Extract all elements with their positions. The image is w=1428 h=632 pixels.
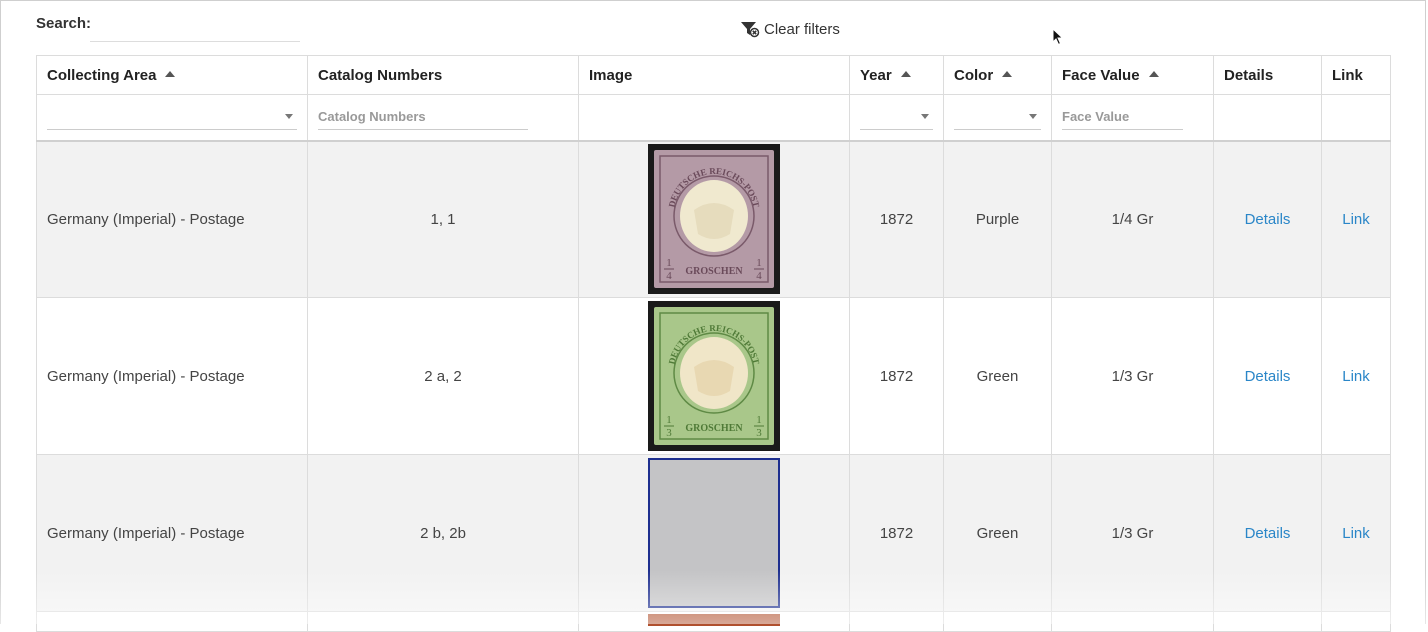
column-header-year[interactable]: Year bbox=[849, 55, 944, 95]
catalog-numbers-cell: 2 b, 2b bbox=[307, 454, 579, 612]
chevron-down-icon bbox=[1029, 113, 1037, 119]
stamp-fraction-num: 1 bbox=[666, 257, 672, 269]
stamp-image[interactable]: DEUTSCHE REICHS-POST GROSCHEN 1 4 1 4 bbox=[648, 144, 780, 295]
collecting-area-filter-select[interactable] bbox=[47, 105, 297, 130]
column-header-link: Link bbox=[1321, 55, 1391, 95]
sort-asc-icon bbox=[165, 70, 176, 77]
column-header-details: Details bbox=[1213, 55, 1322, 95]
chevron-down-icon bbox=[285, 113, 293, 119]
search-input[interactable] bbox=[90, 13, 300, 42]
link-cell: Link bbox=[1321, 297, 1391, 455]
year-filter-select[interactable] bbox=[860, 105, 933, 130]
stamp-image[interactable]: DEUTSCHE REICHS-POST GROSCHEN 1 3 1 3 bbox=[648, 301, 780, 451]
details-link[interactable]: Details bbox=[1245, 211, 1291, 228]
color-cell: Green bbox=[943, 454, 1052, 612]
table-row: Germany (Imperial) - Postage 2 b, 2b 187… bbox=[36, 454, 1391, 612]
catalog-numbers-cell: 2 a, 2 bbox=[307, 297, 579, 455]
stamp-bottom-text: GROSCHEN bbox=[685, 266, 743, 277]
details-link[interactable]: Details bbox=[1245, 368, 1291, 385]
details-cell: Details bbox=[1213, 454, 1322, 612]
mouse-cursor-icon bbox=[1052, 27, 1064, 51]
collecting-area-cell: Germany (Imperial) - Postage bbox=[36, 140, 308, 298]
stamp-fraction-num: 1 bbox=[666, 414, 672, 426]
image-placeholder[interactable] bbox=[648, 458, 780, 608]
details-link[interactable]: Details bbox=[1245, 525, 1291, 542]
image-cell: DEUTSCHE REICHS-POST GROSCHEN 1 3 1 3 bbox=[578, 297, 850, 455]
stamp-image-partial[interactable] bbox=[648, 614, 780, 626]
table-row: Germany (Imperial) - Postage 2 a, 2 DEUT… bbox=[36, 297, 1391, 455]
details-cell: Details bbox=[1213, 140, 1322, 298]
stamp-fraction-den: 4 bbox=[666, 270, 672, 282]
stamp-fraction-num: 1 bbox=[756, 257, 762, 269]
image-cell bbox=[578, 611, 850, 632]
year-cell: 1872 bbox=[849, 297, 944, 455]
clear-filters-button[interactable]: Clear filters bbox=[740, 20, 840, 38]
header-row: Collecting Area Catalog Numbers Image Ye… bbox=[36, 55, 1391, 95]
details-cell: Details bbox=[1213, 297, 1322, 455]
link-cell: Link bbox=[1321, 140, 1391, 298]
collecting-area-cell: Germany (Imperial) - Postage bbox=[36, 297, 308, 455]
external-link[interactable]: Link bbox=[1342, 525, 1370, 542]
stamp-fraction-den: 4 bbox=[756, 270, 762, 282]
filter-row bbox=[36, 94, 1391, 142]
clear-filters-label: Clear filters bbox=[764, 20, 840, 38]
collecting-area-cell: Germany (Imperial) - Postage bbox=[36, 454, 308, 612]
external-link[interactable]: Link bbox=[1342, 211, 1370, 228]
column-header-color[interactable]: Color bbox=[943, 55, 1052, 95]
stamp-bottom-text: GROSCHEN bbox=[685, 423, 743, 434]
sort-asc-icon bbox=[900, 70, 911, 77]
stamp-fraction-den: 3 bbox=[666, 427, 672, 439]
face-value-cell: 1/3 Gr bbox=[1051, 454, 1214, 612]
stamp-fraction-den: 3 bbox=[756, 427, 762, 439]
table-row bbox=[36, 611, 1391, 632]
sort-asc-icon bbox=[1148, 70, 1159, 77]
stamps-table: Collecting Area Catalog Numbers Image Ye… bbox=[36, 55, 1391, 632]
catalog-numbers-cell: 1, 1 bbox=[307, 140, 579, 298]
stamp-fraction-num: 1 bbox=[756, 414, 762, 426]
year-cell: 1872 bbox=[849, 454, 944, 612]
column-header-image: Image bbox=[578, 55, 850, 95]
image-cell: DEUTSCHE REICHS-POST GROSCHEN 1 4 1 4 bbox=[578, 140, 850, 298]
details-filter-empty bbox=[1213, 94, 1322, 142]
color-cell: Purple bbox=[943, 140, 1052, 298]
sort-asc-icon bbox=[1002, 70, 1013, 77]
external-link[interactable]: Link bbox=[1342, 368, 1370, 385]
catalog-numbers-filter-input[interactable] bbox=[318, 104, 528, 130]
face-value-filter-input[interactable] bbox=[1062, 104, 1183, 130]
column-header-collecting-area[interactable]: Collecting Area bbox=[36, 55, 308, 95]
face-value-cell: 1/4 Gr bbox=[1051, 140, 1214, 298]
image-cell bbox=[578, 454, 850, 612]
image-filter-empty bbox=[578, 94, 850, 142]
chevron-down-icon bbox=[921, 113, 929, 119]
color-cell: Green bbox=[943, 297, 1052, 455]
link-cell: Link bbox=[1321, 454, 1391, 612]
link-filter-empty bbox=[1321, 94, 1391, 142]
column-header-face-value[interactable]: Face Value bbox=[1051, 55, 1214, 95]
column-header-catalog-numbers[interactable]: Catalog Numbers bbox=[307, 55, 579, 95]
face-value-cell: 1/3 Gr bbox=[1051, 297, 1214, 455]
color-filter-select[interactable] bbox=[954, 105, 1041, 130]
clear-filter-icon bbox=[740, 20, 760, 38]
search-label: Search: bbox=[36, 15, 92, 32]
table-row: Germany (Imperial) - Postage 1, 1 DEUTSC… bbox=[36, 140, 1391, 298]
year-cell: 1872 bbox=[849, 140, 944, 298]
